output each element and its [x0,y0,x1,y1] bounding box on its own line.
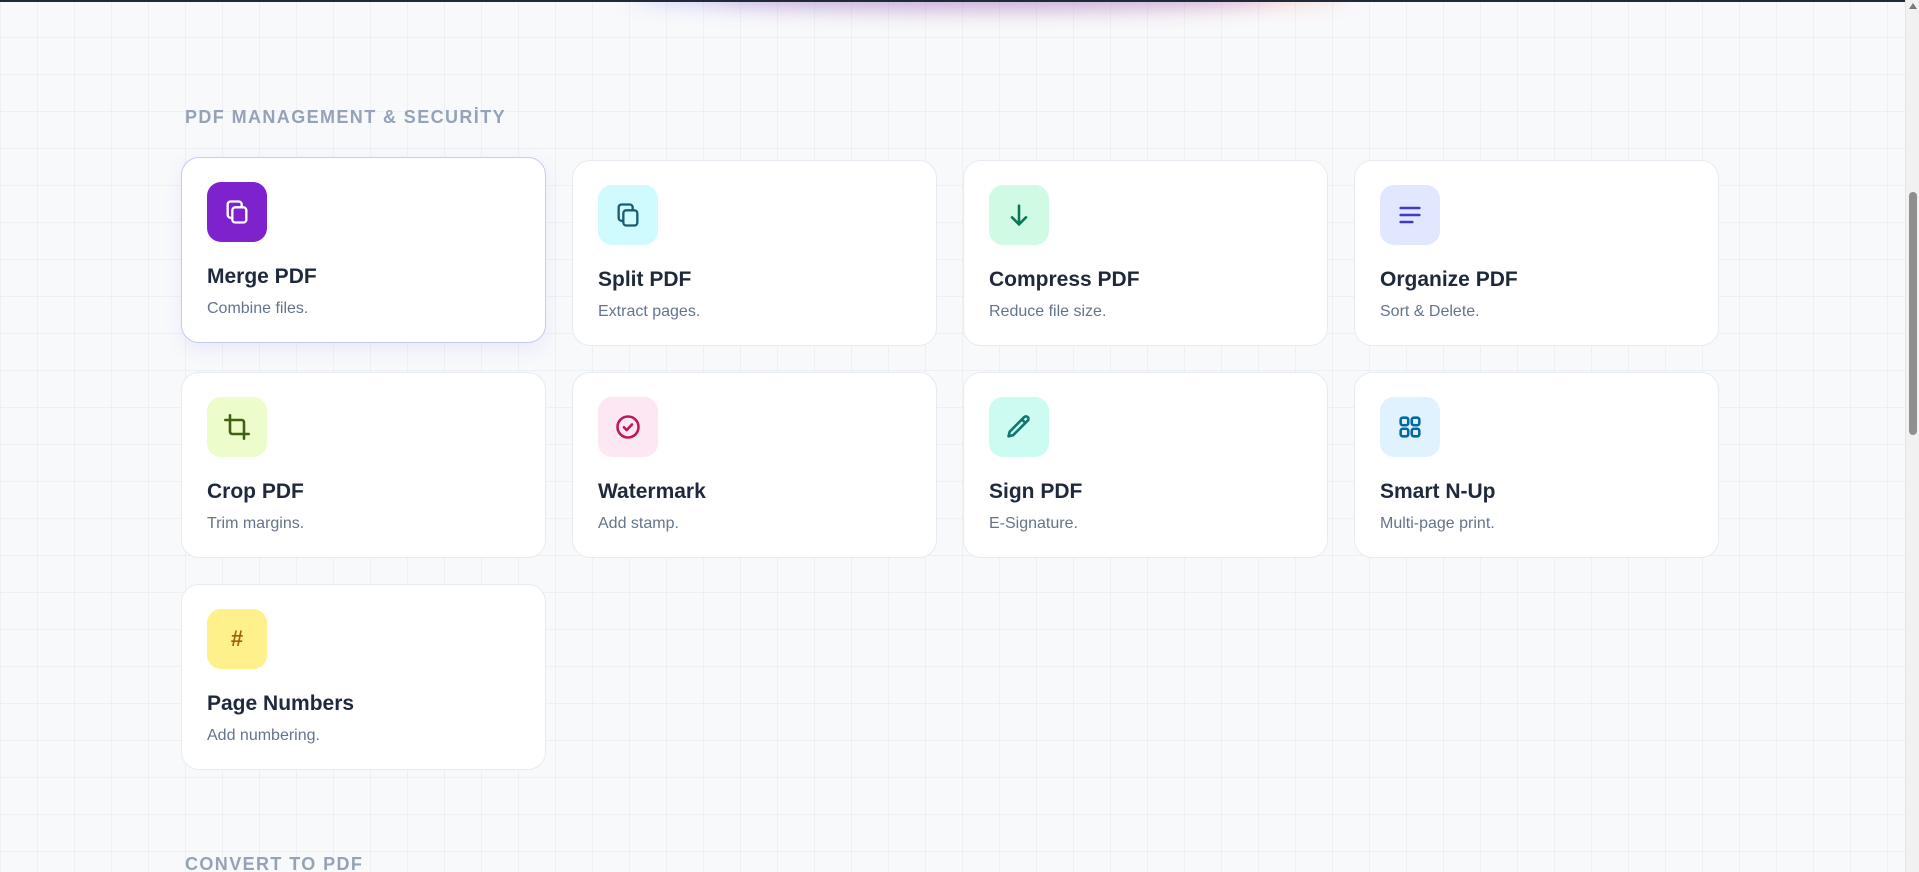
tools-grid: Merge PDF Combine files. Split PDF Extra… [181,157,1719,770]
copy-icon [226,200,248,224]
top-border [0,0,1906,2]
sign-pdf-icon-box [989,397,1049,457]
tool-card-merge-pdf[interactable]: Merge PDF Combine files. [181,157,546,343]
tool-card-page-numbers[interactable]: # Page Numbers Add numbering. [181,584,546,770]
arrow-down-icon [1010,204,1028,226]
tool-title: Compress PDF [989,268,1140,291]
hash-icon: # [230,626,244,651]
tool-title: Merge PDF [207,265,317,288]
tool-description: Reduce file size. [989,303,1107,320]
pencil-icon [1007,415,1030,438]
scroll-up-arrow-icon[interactable] [1909,3,1917,9]
tool-title: Sign PDF [989,480,1083,503]
tool-title: Crop PDF [207,480,304,503]
tool-description: E-Signature. [989,515,1078,532]
tool-description: Trim margins. [207,515,305,532]
scrollbar-thumb[interactable] [1909,192,1917,435]
tool-description: Sort & Delete. [1380,303,1480,320]
page-numbers-icon-box: # [207,609,267,669]
tool-description: Add stamp. [598,515,679,532]
check-circle-icon [616,415,640,439]
tool-description: Extract pages. [598,303,701,320]
tool-title: Organize PDF [1380,268,1518,291]
tool-description: Add numbering. [207,727,320,744]
tool-card-organize-pdf[interactable]: Organize PDF Sort & Delete. [1354,160,1719,346]
tool-card-watermark[interactable]: Watermark Add stamp. [572,372,937,558]
compress-pdf-icon-box [989,185,1049,245]
tool-card-sign-pdf[interactable]: Sign PDF E-Signature. [963,372,1328,558]
grid-icon [1399,416,1421,438]
tool-card-crop-pdf[interactable]: Crop PDF Trim margins. [181,372,546,558]
tool-card-compress-pdf[interactable]: Compress PDF Reduce file size. [963,160,1328,346]
tool-title: Page Numbers [207,692,355,715]
crop-icon [224,414,250,440]
menu-lines-icon [1399,206,1421,224]
watermark-icon-box [598,397,658,457]
copy-icon [617,203,639,227]
tool-title: Smart N-Up [1380,480,1496,503]
tool-title: Watermark [598,480,706,503]
tool-card-split-pdf[interactable]: Split PDF Extract pages. [572,160,937,346]
tool-card-smart-n-up[interactable]: Smart N-Up Multi-page print. [1354,372,1719,558]
split-pdf-icon-box [598,185,658,245]
tool-title: Split PDF [598,268,692,291]
crop-pdf-icon-box [207,397,267,457]
section-title-convert-to-pdf: CONVERT TO PDF [185,854,364,872]
vertical-scrollbar[interactable] [1905,0,1919,872]
tool-description: Combine files. [207,300,309,317]
smart-n-up-icon-box [1380,397,1440,457]
merge-pdf-icon-box [207,182,267,242]
section-title-pdf-management: PDF MANAGEMENT & SECURİTY [185,107,507,127]
tool-description: Multi-page print. [1380,515,1495,532]
organize-pdf-icon-box [1380,185,1440,245]
